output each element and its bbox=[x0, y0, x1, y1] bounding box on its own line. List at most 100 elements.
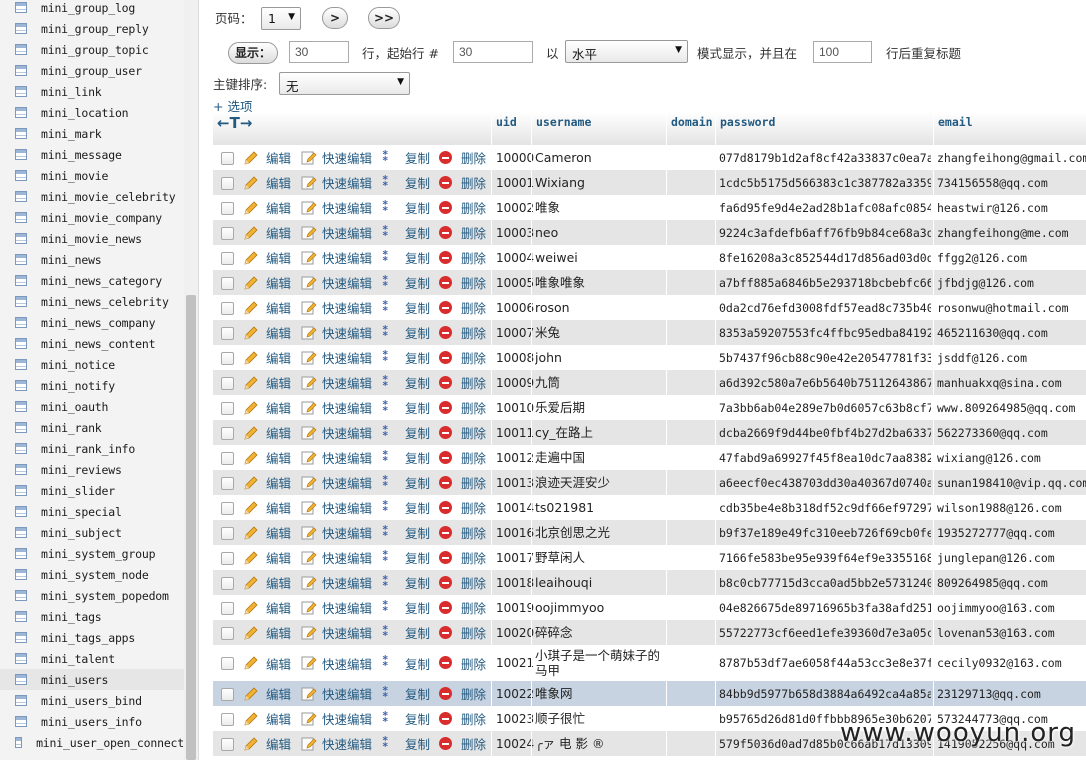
table-icon[interactable] bbox=[15, 590, 27, 601]
quick-edit-link[interactable]: 快速编辑 bbox=[322, 420, 372, 445]
sidebar-table-item[interactable]: mini_news bbox=[0, 249, 184, 270]
quick-edit-icon[interactable] bbox=[301, 655, 317, 671]
quick-edit-link[interactable]: 快速编辑 bbox=[322, 445, 372, 470]
sidebar-table-item[interactable]: mini_rank bbox=[0, 417, 184, 438]
copy-link[interactable]: 复制 bbox=[405, 195, 430, 220]
pencil-icon[interactable] bbox=[243, 500, 259, 516]
sidebar-table-name[interactable]: mini_tags bbox=[41, 610, 102, 624]
table-row[interactable]: 编辑 快速编辑 ⁑ 复制 删除 10008 john 5b7437f96cb88c90e42e… bbox=[213, 345, 1086, 370]
copy-link[interactable]: 复制 bbox=[405, 545, 430, 570]
delete-icon[interactable] bbox=[439, 576, 452, 589]
table-icon[interactable] bbox=[15, 737, 23, 748]
sidebar-table-item[interactable]: mini_tags bbox=[0, 606, 184, 627]
sidebar-table-item[interactable]: mini_notify bbox=[0, 375, 184, 396]
table-row[interactable]: 编辑 快速编辑 ⁑ 复制 删除 10006 roson 0da2cd76efd3008fdf5… bbox=[213, 295, 1086, 320]
quick-edit-link[interactable]: 快速编辑 bbox=[322, 370, 372, 395]
copy-icon[interactable]: ⁑ bbox=[382, 525, 398, 541]
pencil-icon[interactable] bbox=[243, 375, 259, 391]
sidebar-table-item[interactable]: mini_group_log bbox=[0, 0, 184, 18]
quick-edit-link[interactable]: 快速编辑 bbox=[322, 495, 372, 520]
delete-link[interactable]: 删除 bbox=[461, 345, 486, 370]
sidebar-table-name[interactable]: mini_movie bbox=[41, 169, 108, 183]
delete-link[interactable]: 删除 bbox=[461, 620, 486, 645]
table-icon[interactable] bbox=[15, 317, 27, 328]
pencil-icon[interactable] bbox=[243, 686, 259, 702]
table-icon[interactable] bbox=[15, 674, 27, 685]
copy-link[interactable]: 复制 bbox=[405, 395, 430, 420]
delete-link[interactable]: 删除 bbox=[461, 731, 486, 756]
table-icon[interactable] bbox=[15, 254, 27, 265]
sidebar-table-item[interactable]: mini_movie_news bbox=[0, 228, 184, 249]
edit-link[interactable]: 编辑 bbox=[266, 270, 291, 295]
copy-link[interactable]: 复制 bbox=[405, 420, 430, 445]
delete-icon[interactable] bbox=[439, 276, 452, 289]
row-checkbox[interactable] bbox=[221, 427, 234, 440]
copy-icon[interactable]: ⁑ bbox=[382, 475, 398, 491]
table-icon[interactable] bbox=[15, 401, 27, 412]
sort-select[interactable]: 无 ▼ bbox=[279, 72, 410, 95]
quick-edit-link[interactable]: 快速编辑 bbox=[322, 645, 372, 681]
edit-link[interactable]: 编辑 bbox=[266, 620, 291, 645]
copy-link[interactable]: 复制 bbox=[405, 645, 430, 681]
delete-icon[interactable] bbox=[439, 226, 452, 239]
table-row[interactable]: 编辑 快速编辑 ⁑ 复制 删除 10000 Cameron 077d8179b1d2af8cf… bbox=[213, 145, 1086, 170]
sidebar-table-item[interactable]: mini_slider bbox=[0, 480, 184, 501]
sidebar-table-item[interactable]: mini_message bbox=[0, 144, 184, 165]
sidebar-table-name[interactable]: mini_users_info bbox=[41, 715, 142, 729]
delete-link[interactable]: 删除 bbox=[461, 145, 486, 170]
sidebar-table-name[interactable]: mini_group_reply bbox=[41, 22, 149, 36]
sidebar-table-name[interactable]: mini_users_bind bbox=[41, 694, 142, 708]
display-mode-select[interactable]: 水平 ▼ bbox=[565, 40, 688, 63]
quick-edit-icon[interactable] bbox=[301, 736, 317, 752]
copy-link[interactable]: 复制 bbox=[405, 220, 430, 245]
sidebar-table-name[interactable]: mini_system_popedom bbox=[41, 589, 169, 603]
sidebar-table-name[interactable]: mini_message bbox=[41, 148, 122, 162]
edit-link[interactable]: 编辑 bbox=[266, 195, 291, 220]
quick-edit-link[interactable]: 快速编辑 bbox=[322, 145, 372, 170]
pencil-icon[interactable] bbox=[243, 300, 259, 316]
delete-icon[interactable] bbox=[439, 326, 452, 339]
quick-edit-link[interactable]: 快速编辑 bbox=[322, 731, 372, 756]
delete-link[interactable]: 删除 bbox=[461, 681, 486, 706]
copy-link[interactable]: 复制 bbox=[405, 570, 430, 595]
edit-link[interactable]: 编辑 bbox=[266, 520, 291, 545]
sidebar-table-item[interactable]: mini_subject bbox=[0, 522, 184, 543]
delete-link[interactable]: 删除 bbox=[461, 245, 486, 270]
sidebar-table-item[interactable]: mini_talent bbox=[0, 648, 184, 669]
table-row[interactable]: 编辑 快速编辑 ⁑ 复制 删除 10009 九筒 a6d392c580a7e6b5640b75… bbox=[213, 370, 1086, 395]
quick-edit-icon[interactable] bbox=[301, 600, 317, 616]
sidebar-table-name[interactable]: mini_news_content bbox=[41, 337, 156, 351]
copy-link[interactable]: 复制 bbox=[405, 470, 430, 495]
edit-link[interactable]: 编辑 bbox=[266, 681, 291, 706]
sidebar-table-item[interactable]: mini_user_open_connect bbox=[0, 732, 184, 753]
quick-edit-icon[interactable] bbox=[301, 625, 317, 641]
delete-icon[interactable] bbox=[439, 626, 452, 639]
table-row[interactable]: 编辑 快速编辑 ⁑ 复制 删除 10001 Wixiang 1cdc5b5175d566383… bbox=[213, 170, 1086, 195]
delete-icon[interactable] bbox=[439, 476, 452, 489]
delete-icon[interactable] bbox=[439, 401, 452, 414]
sidebar-table-name[interactable]: mini_rank bbox=[41, 421, 102, 435]
quick-edit-link[interactable]: 快速编辑 bbox=[322, 270, 372, 295]
sidebar-table-item[interactable]: mini_tags_apps bbox=[0, 627, 184, 648]
table-icon[interactable] bbox=[15, 716, 27, 727]
table-icon[interactable] bbox=[15, 149, 27, 160]
copy-icon[interactable]: ⁑ bbox=[382, 175, 398, 191]
sidebar-table-item[interactable]: mini_group_reply bbox=[0, 18, 184, 39]
pencil-icon[interactable] bbox=[243, 625, 259, 641]
quick-edit-icon[interactable] bbox=[301, 350, 317, 366]
row-checkbox[interactable] bbox=[221, 377, 234, 390]
quick-edit-icon[interactable] bbox=[301, 325, 317, 341]
delete-icon[interactable] bbox=[439, 687, 452, 700]
delete-icon[interactable] bbox=[439, 301, 452, 314]
quick-edit-icon[interactable] bbox=[301, 400, 317, 416]
copy-icon[interactable]: ⁑ bbox=[382, 500, 398, 516]
copy-link[interactable]: 复制 bbox=[405, 370, 430, 395]
sidebar-table-item[interactable]: mini_system_popedom bbox=[0, 585, 184, 606]
quick-edit-icon[interactable] bbox=[301, 686, 317, 702]
sidebar-table-item[interactable]: mini_users_bind bbox=[0, 690, 184, 711]
start-row-input[interactable] bbox=[453, 41, 533, 63]
column-header-domain[interactable]: domain bbox=[666, 112, 715, 147]
quick-edit-link[interactable]: 快速编辑 bbox=[322, 570, 372, 595]
edit-link[interactable]: 编辑 bbox=[266, 145, 291, 170]
copy-link[interactable]: 复制 bbox=[405, 445, 430, 470]
